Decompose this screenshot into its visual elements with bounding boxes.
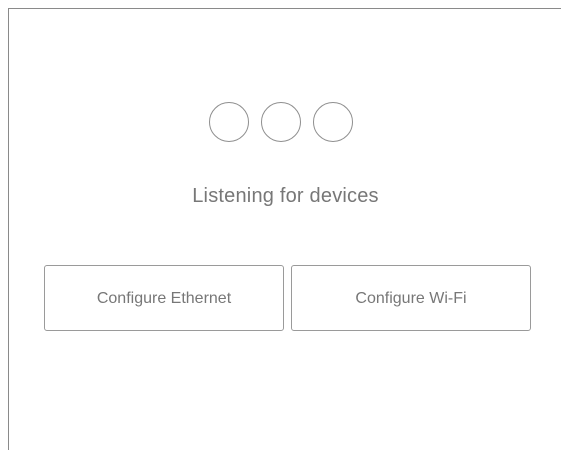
loading-dot-1 bbox=[209, 102, 249, 142]
loading-dot-3 bbox=[313, 102, 353, 142]
listening-status-text: Listening for devices bbox=[192, 185, 379, 207]
configuration-actions: Configure Ethernet Configure Wi-Fi bbox=[44, 265, 531, 331]
device-discovery-panel: Listening for devices Configure Ethernet… bbox=[8, 8, 561, 450]
loading-dot-2 bbox=[261, 102, 301, 142]
loading-dots-icon bbox=[209, 101, 359, 143]
configure-wifi-button[interactable]: Configure Wi-Fi bbox=[291, 265, 531, 331]
configure-ethernet-button[interactable]: Configure Ethernet bbox=[44, 265, 284, 331]
